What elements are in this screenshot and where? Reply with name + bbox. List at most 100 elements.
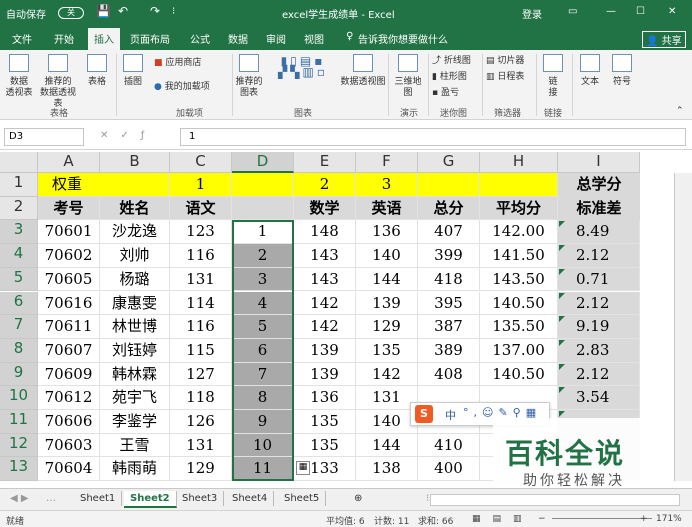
- error-indicator-icon[interactable]: [559, 363, 565, 370]
- cell[interactable]: 70602: [38, 244, 100, 268]
- cell[interactable]: 129: [356, 315, 418, 339]
- cell[interactable]: 林世博: [100, 315, 170, 339]
- formula-input[interactable]: 1: [180, 128, 686, 146]
- timeline-button[interactable]: ▥ 日程表: [486, 72, 524, 83]
- cell[interactable]: 3.54: [558, 386, 640, 410]
- cell[interactable]: 2: [232, 244, 294, 268]
- cell[interactable]: 114: [170, 291, 232, 316]
- sheet-more-icon[interactable]: …: [40, 491, 62, 506]
- column-header-g[interactable]: G: [418, 152, 480, 173]
- cell[interactable]: 141.50: [480, 244, 558, 268]
- cell[interactable]: 135: [356, 338, 418, 363]
- cell[interactable]: 8: [232, 386, 294, 410]
- cell[interactable]: 139: [356, 291, 418, 316]
- symbol-button[interactable]: 符号: [608, 54, 636, 88]
- illustrations-button[interactable]: 插图: [120, 54, 146, 88]
- cell[interactable]: 143.50: [480, 267, 558, 292]
- minimize-icon[interactable]: —: [606, 6, 616, 17]
- column-header-h[interactable]: H: [480, 152, 558, 173]
- cell[interactable]: 7: [232, 362, 294, 387]
- cell[interactable]: 总分: [418, 196, 480, 221]
- cell[interactable]: 410: [418, 433, 480, 458]
- cell[interactable]: 70601: [38, 220, 100, 245]
- column-header-f[interactable]: F: [356, 152, 418, 173]
- cell[interactable]: 苑宇飞: [100, 386, 170, 410]
- column-header-i[interactable]: I: [558, 152, 640, 173]
- recommended-pivot-button[interactable]: 推荐的 数据透视表: [36, 54, 80, 110]
- ribbon-options-icon[interactable]: ▭: [568, 6, 577, 17]
- add-sheet-icon[interactable]: ⊕: [348, 491, 368, 506]
- cell[interactable]: 数学: [294, 196, 356, 221]
- cell[interactable]: 2: [294, 173, 356, 197]
- cell[interactable]: 135: [294, 410, 356, 434]
- tell-me-icon[interactable]: ♀: [346, 31, 353, 42]
- error-indicator-icon[interactable]: [559, 292, 565, 299]
- tab-insert[interactable]: 插入: [88, 28, 120, 50]
- cell[interactable]: 韩林霖: [100, 362, 170, 387]
- sparkline-winloss-button[interactable]: ▪ 盈亏: [432, 88, 459, 99]
- cell[interactable]: 6: [232, 338, 294, 363]
- error-indicator-icon[interactable]: [559, 245, 565, 252]
- cell[interactable]: 131: [170, 267, 232, 292]
- cell[interactable]: 1: [170, 173, 232, 197]
- cell[interactable]: 139: [294, 362, 356, 387]
- cell[interactable]: 9.19: [558, 315, 640, 339]
- cell[interactable]: 144: [356, 267, 418, 292]
- cell[interactable]: 140: [356, 244, 418, 268]
- error-indicator-icon[interactable]: [559, 339, 565, 346]
- store-button[interactable]: ■ 应用商店: [154, 58, 201, 69]
- cell[interactable]: 127: [170, 362, 232, 387]
- save-icon[interactable]: 💾: [96, 4, 111, 18]
- cell[interactable]: 142: [294, 315, 356, 339]
- maximize-icon[interactable]: ☐: [636, 6, 645, 17]
- cell[interactable]: 韩雨萌: [100, 457, 170, 482]
- error-indicator-icon[interactable]: [559, 221, 565, 228]
- sparkline-column-button[interactable]: ▮ 柱形图: [432, 72, 467, 83]
- cell[interactable]: [418, 173, 480, 197]
- sparkline-line-button[interactable]: ⤴ 折线图: [432, 56, 471, 67]
- cell[interactable]: 142: [294, 291, 356, 316]
- column-header-c[interactable]: C: [170, 152, 232, 173]
- quick-analysis-icon[interactable]: ▦: [296, 461, 310, 476]
- cell[interactable]: 70607: [38, 338, 100, 363]
- cell[interactable]: 70603: [38, 433, 100, 458]
- row-header[interactable]: 11: [0, 410, 38, 434]
- zoom-level[interactable]: 171%: [656, 514, 682, 524]
- cell[interactable]: 135: [294, 433, 356, 458]
- cell[interactable]: 2.12: [558, 291, 640, 316]
- pivot-chart-button[interactable]: 数据透视图: [340, 54, 386, 88]
- cell[interactable]: 148: [294, 220, 356, 245]
- cell[interactable]: 3: [232, 267, 294, 292]
- sheet-nav-arrows-icon[interactable]: ◀ ▶: [4, 491, 35, 506]
- cell[interactable]: 137.00: [480, 338, 558, 363]
- cell[interactable]: [232, 173, 294, 197]
- sheet-tab-2[interactable]: Sheet2: [124, 491, 177, 508]
- column-header-b[interactable]: B: [100, 152, 170, 173]
- cell[interactable]: 140.50: [480, 362, 558, 387]
- cell[interactable]: 70606: [38, 410, 100, 434]
- cell[interactable]: 2.12: [558, 244, 640, 268]
- pivot-table-button[interactable]: 数据 透视表: [4, 54, 34, 99]
- column-header-d[interactable]: D: [232, 152, 294, 173]
- cell[interactable]: 1: [232, 220, 294, 245]
- error-indicator-icon[interactable]: [559, 316, 565, 323]
- cell[interactable]: 70605: [38, 267, 100, 292]
- horizontal-scrollbar[interactable]: [430, 494, 680, 506]
- cell[interactable]: 0.71: [558, 267, 640, 292]
- redo-icon[interactable]: ↷: [150, 4, 160, 18]
- column-header-a[interactable]: A: [38, 152, 100, 173]
- cell[interactable]: 刘帅: [100, 244, 170, 268]
- row-header[interactable]: 13: [0, 457, 38, 482]
- cell[interactable]: 139: [294, 338, 356, 363]
- sheet-tab-4[interactable]: Sheet4: [226, 491, 275, 506]
- cell[interactable]: 5: [232, 315, 294, 339]
- cell[interactable]: 143: [294, 244, 356, 268]
- cell[interactable]: 10: [232, 433, 294, 458]
- tab-formulas[interactable]: 公式: [190, 31, 210, 46]
- cell[interactable]: 116: [170, 315, 232, 339]
- cell[interactable]: 131: [170, 433, 232, 458]
- cell[interactable]: 115: [170, 338, 232, 363]
- undo-icon[interactable]: ↶: [118, 4, 128, 18]
- qat-menu-icon[interactable]: ⁝: [172, 6, 175, 17]
- cell[interactable]: 407: [418, 220, 480, 245]
